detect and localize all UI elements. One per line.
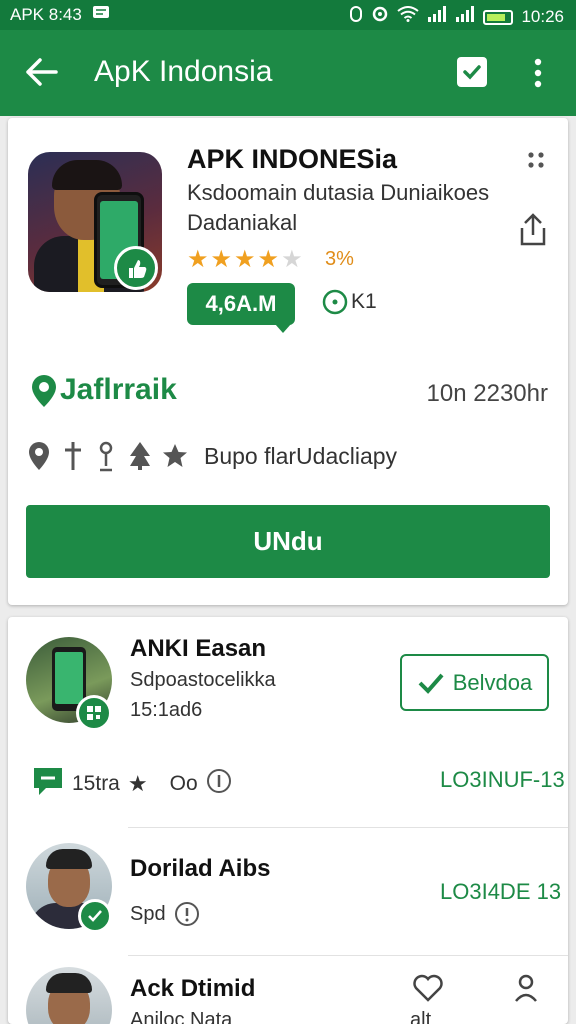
size-badge: 4,6A.M — [187, 283, 295, 333]
list-item-code: LO3I4DE 13 — [440, 879, 562, 904]
app-subtitle-2: Dadaniakal — [187, 210, 298, 235]
list-item-code: LO3INUF-13 — [440, 767, 565, 792]
list-item-code: alt — [410, 1009, 432, 1024]
app-bar: ApK Indonsia — [0, 30, 576, 116]
battery-icon — [483, 9, 514, 25]
list-item-title: ANKI Easan — [130, 635, 267, 662]
divider — [128, 955, 568, 956]
app-bar-title: ApK Indonsia — [94, 55, 273, 88]
settings-icon — [371, 5, 389, 29]
list-item-subtitle: Sdpoastocelikka — [130, 669, 276, 691]
qr-badge-icon — [76, 695, 112, 731]
star-empty-icon: ★ — [281, 246, 303, 273]
share-icon[interactable] — [516, 212, 550, 248]
avatar[interactable] — [26, 967, 112, 1024]
signal-icon — [427, 6, 447, 28]
info-icon[interactable] — [174, 901, 200, 932]
rating-value: 3% — [325, 248, 354, 270]
chat-icon — [32, 765, 64, 803]
cross-icon — [62, 440, 84, 472]
like-badge-icon — [114, 246, 158, 290]
heart-icon[interactable] — [412, 973, 444, 1008]
notification-icon — [92, 5, 110, 25]
stat-extra: Oo — [169, 772, 198, 795]
verified-badge-icon — [78, 899, 112, 933]
list-item-meta: 15:1ad6 — [130, 699, 203, 721]
star-icon: ★ — [210, 246, 233, 273]
list-item-subtitle: Spd — [130, 903, 166, 925]
app-subtitle-1: Ksdoomain dutasia Duniaikoes — [187, 180, 490, 205]
list-item-subtitle: Aniloc Nata — [130, 1009, 233, 1024]
download-button[interactable]: UNdu — [26, 505, 550, 578]
arrow-left-icon[interactable] — [24, 52, 60, 92]
stat-count: 15tra — [72, 772, 120, 795]
list-item-title: Ack Dtimid — [130, 975, 256, 1002]
location-pin-icon — [26, 373, 62, 409]
star-icon — [162, 443, 188, 469]
star-icon: ★ — [127, 771, 148, 796]
signal-2-icon — [455, 6, 475, 28]
star-icon: ★ — [234, 246, 256, 273]
check-icon — [418, 673, 444, 694]
more-vert-icon[interactable] — [526, 54, 550, 94]
meta-row: Bupo flarUdacliapy — [26, 440, 397, 472]
divider — [128, 827, 568, 828]
status-left-text: APK 8:43 — [10, 5, 82, 24]
star-icon: ★ — [257, 246, 280, 273]
app-detail-card: APK INDONESia Ksdoomain dutasia Duniaiko… — [8, 118, 568, 605]
clock-icon — [321, 288, 349, 316]
info-icon — [206, 768, 232, 800]
alarm-icon — [349, 5, 363, 29]
grid-dots-icon[interactable] — [526, 150, 546, 170]
follow-button-label: Belvdoa — [452, 669, 533, 695]
follow-button[interactable]: Belvdoa — [400, 654, 549, 711]
location-pin-icon — [26, 440, 52, 472]
app-icon-image — [28, 152, 162, 292]
brand-name: Jaflrraik — [60, 373, 177, 406]
meta-text: Bupo flarUdacliapy — [204, 442, 398, 469]
release-date: 10n 2230hr — [426, 380, 548, 407]
app-name: APK INDONESia — [187, 144, 398, 174]
rating-stars: ★ ★ ★ ★ ★ — [187, 248, 303, 272]
status-bar: APK 8:43 10:26 — [0, 0, 576, 30]
clock-text: K1 — [351, 290, 377, 313]
person-icon — [94, 440, 118, 472]
wifi-icon — [397, 6, 420, 28]
tree-icon — [128, 440, 152, 472]
profile-icon[interactable] — [512, 973, 540, 1008]
app-list-card: ANKI Easan Sdpoastocelikka 15:1ad6 Belvd… — [8, 617, 568, 1024]
status-time: 10:26 — [521, 7, 564, 26]
star-icon: ★ — [187, 246, 209, 273]
list-item-title: Dorilad Aibs — [130, 855, 271, 882]
stat-row: 15tra ★ Oo — [32, 765, 232, 803]
check-box-icon[interactable] — [457, 57, 487, 87]
